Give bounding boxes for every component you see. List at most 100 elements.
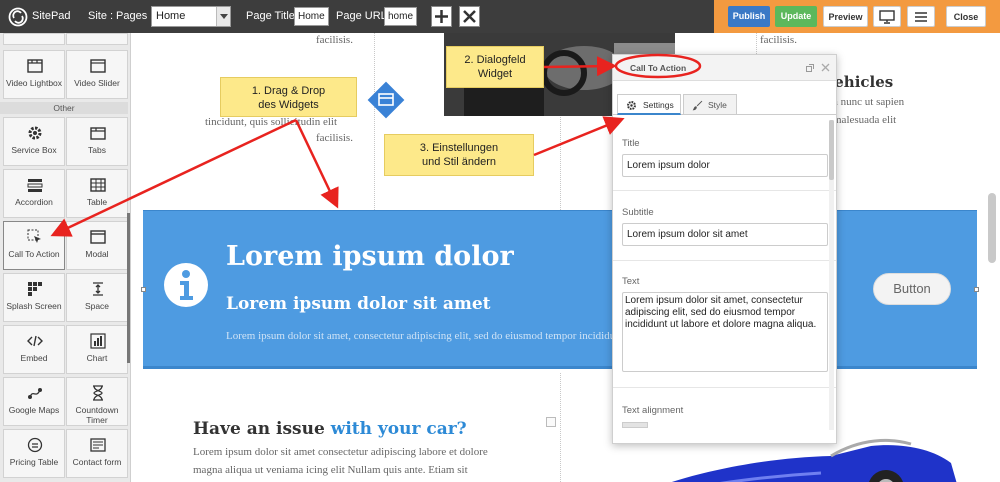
pricing-table-icon (27, 437, 43, 453)
widget-label: Embed (20, 353, 48, 363)
widget-label: Accordion (15, 197, 53, 207)
widget-space[interactable]: Space (66, 273, 128, 322)
widget-service-box[interactable]: Service Box (3, 117, 65, 166)
widget-modal[interactable]: Modal (66, 221, 128, 270)
video-lightbox-icon (27, 59, 43, 73)
cta-title: Lorem ipsum dolor (226, 241, 514, 272)
menu-button[interactable] (907, 6, 935, 27)
column-text: a nunc ut sapien (833, 96, 905, 108)
sitepad-logo-icon (8, 7, 28, 27)
widget-label: Modal (85, 249, 109, 259)
desktop-view-button[interactable] (873, 6, 901, 27)
preview-button[interactable]: Preview (823, 6, 868, 27)
info-icon (164, 263, 208, 307)
delete-page-button[interactable] (459, 6, 480, 27)
widget-label: Table (86, 197, 108, 207)
widget-label: Service Box (11, 145, 57, 155)
issue-heading-part-2: with your car? (330, 419, 467, 439)
cursor-click-icon (27, 229, 41, 243)
widget-video-lightbox[interactable]: Video Lightbox (3, 50, 65, 99)
widget-label: Video Lightbox (5, 78, 63, 88)
alignment-option[interactable] (622, 422, 648, 428)
close-button[interactable]: Close (946, 6, 986, 27)
widget-label: Google Maps (8, 405, 60, 415)
canvas-scrollbar[interactable] (988, 193, 996, 263)
popout-icon[interactable] (806, 64, 814, 72)
widget-placeholder-icon (367, 81, 405, 119)
subtitle-input[interactable]: Lorem ipsum dolor sit amet (622, 223, 828, 246)
widget-pricing-table[interactable]: Pricing Table (3, 429, 65, 478)
callout-text: und Stil ändern (422, 156, 496, 168)
page-url-input[interactable]: home (384, 7, 418, 26)
widget-accordion[interactable]: Accordion (3, 169, 65, 218)
update-button[interactable]: Update (775, 6, 817, 27)
gear-icon (28, 126, 42, 140)
resize-handle[interactable] (974, 287, 979, 292)
widget-chart[interactable]: Chart (66, 325, 128, 374)
widget-contact-form[interactable]: Contact form (66, 429, 128, 478)
space-icon (93, 282, 103, 296)
widget-table[interactable]: Table (66, 169, 128, 218)
title-input[interactable]: Lorem ipsum dolor (622, 154, 828, 177)
widget-label: Countdown Timer (75, 405, 119, 425)
widget-partial-2[interactable] (66, 33, 128, 45)
code-icon (27, 335, 43, 347)
widget-countdown-timer[interactable]: Countdown Timer (66, 377, 128, 426)
widget-partial-1[interactable] (3, 33, 65, 45)
widget-splash-screen[interactable]: Splash Screen (3, 273, 65, 322)
call-to-action-section[interactable]: Lorem ipsum dolor Lorem ipsum dolor sit … (143, 210, 977, 369)
issue-heading-part-1: Have an issue (193, 419, 325, 439)
issue-text: magna aliqua ut veniama icing elit Nulla… (193, 464, 468, 476)
tab-settings[interactable]: Settings (617, 94, 681, 115)
plus-icon (435, 10, 448, 23)
chevron-down-icon (216, 7, 230, 26)
monitor-icon (879, 10, 895, 24)
title-field-label: Title (622, 138, 640, 149)
column-divider (374, 33, 375, 210)
widget-label: Pricing Table (9, 457, 59, 467)
page-title-input[interactable]: Home (294, 7, 329, 26)
widget-label: Splash Screen (6, 301, 62, 311)
sidebar-scrollbar[interactable] (127, 213, 130, 363)
tab-settings-label: Settings (643, 100, 674, 110)
dialog-scrollbar[interactable] (829, 120, 834, 180)
resize-corner-icon[interactable] (546, 417, 556, 427)
pages-label: Pages : (116, 10, 154, 22)
widget-google-maps[interactable]: Google Maps (3, 377, 65, 426)
widget-tabs[interactable]: Tabs (66, 117, 128, 166)
hourglass-icon (93, 385, 103, 401)
widget-embed[interactable]: Embed (3, 325, 65, 374)
column-text: facilisis. (316, 34, 353, 46)
tab-style[interactable]: Style (683, 94, 737, 115)
section-divider (613, 387, 836, 388)
widget-call-to-action[interactable]: Call To Action (3, 221, 65, 270)
cta-subtitle: Lorem ipsum dolor sit amet (226, 294, 491, 314)
text-textarea[interactable]: Lorem ipsum dolor sit amet, consectetur … (622, 292, 828, 372)
widget-label: Tabs (88, 145, 106, 155)
accordion-icon (27, 179, 43, 192)
add-page-button[interactable] (431, 6, 452, 27)
brand-name: SitePad (32, 10, 71, 22)
page-url-label: Page URL: (336, 10, 390, 22)
section-divider (613, 260, 836, 261)
widget-sidebar: Video Lightbox Video Slider Other Servic… (0, 33, 131, 482)
column-text: malesuada elit (833, 114, 897, 126)
callout-dialog-widget: 2. Dialogfeld Widget (446, 46, 544, 88)
cta-button[interactable]: Button (873, 273, 951, 305)
subtitle-field-label: Subtitle (622, 207, 654, 218)
tabs-icon (90, 127, 106, 140)
dialog-header[interactable]: Call To Action (613, 55, 836, 81)
widget-video-slider[interactable]: Video Slider (66, 50, 128, 99)
text-alignment-label: Text alignment (622, 405, 684, 416)
page-title-label: Page Title: (246, 10, 298, 22)
resize-handle[interactable] (141, 287, 146, 292)
issue-text: Lorem ipsum dolor sit amet consectetur a… (193, 446, 488, 458)
publish-button[interactable]: Publish (728, 6, 770, 27)
pages-select-value: Home (156, 10, 186, 22)
callout-text: Widget (477, 68, 513, 80)
splash-screen-icon (28, 282, 42, 296)
pages-select[interactable]: Home (151, 6, 231, 27)
widget-label: Video Slider (74, 78, 120, 88)
close-icon[interactable] (821, 63, 830, 72)
widget-label: Space (84, 301, 110, 311)
